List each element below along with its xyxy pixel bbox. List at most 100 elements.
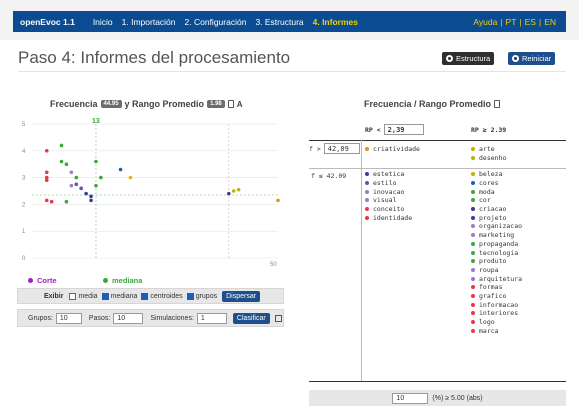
lang-es[interactable]: ES: [525, 17, 536, 27]
word-item: arquitetura: [471, 274, 522, 283]
min-freq-input[interactable]: 10: [392, 392, 429, 404]
document-icon[interactable]: [227, 100, 234, 108]
data-point: [59, 143, 64, 148]
lang-pt[interactable]: PT: [506, 17, 517, 27]
table-col-divider: [361, 140, 362, 381]
estructura-button-label: Estructura: [456, 54, 491, 63]
simulaciones-input[interactable]: 1: [196, 312, 227, 324]
word-label: inovacao: [373, 187, 405, 196]
nav-importacion[interactable]: 1. Importación: [122, 17, 176, 27]
grupos-input[interactable]: 10: [55, 312, 82, 324]
nav-configuracion[interactable]: 2. Configuración: [185, 17, 247, 27]
mediana-dot-icon: [103, 278, 108, 283]
legend-mediana-label: mediana: [112, 276, 143, 285]
word-item: criacao: [471, 205, 522, 214]
nav-inicio[interactable]: Inicio: [93, 17, 113, 27]
word-label: conceito: [373, 205, 405, 214]
sim-param-label: Simulaciones:: [150, 314, 194, 322]
word-dot-icon: [471, 293, 475, 298]
rango-label: y Rango Promedio: [124, 99, 205, 109]
nav-informes[interactable]: 4. Informes: [313, 17, 358, 27]
word-label: desenho: [479, 154, 507, 163]
word-item: arte: [471, 145, 506, 154]
word-dot-icon: [471, 189, 475, 194]
word-dot-icon: [471, 172, 475, 177]
word-item: desenho: [471, 154, 506, 163]
data-point: [74, 182, 79, 187]
word-dot-icon: [365, 147, 369, 152]
reiniciar-button[interactable]: Reiniciar: [508, 52, 556, 65]
nav-separator: |: [500, 16, 503, 27]
word-label: marketing: [479, 231, 515, 240]
estructura-button[interactable]: Estructura: [442, 52, 495, 65]
word-item: conceito: [365, 205, 412, 214]
dispersar-button[interactable]: Dispersar: [222, 290, 261, 302]
nav-ayuda[interactable]: Ayuda: [473, 17, 497, 27]
table-icon[interactable]: [274, 314, 282, 322]
data-point: [44, 198, 49, 203]
word-label: beleza: [479, 170, 503, 179]
col2-header: RP ≥ 2.39: [471, 126, 507, 134]
word-label: estilo: [373, 179, 397, 188]
word-item: propaganda: [471, 240, 522, 249]
word-dot-icon: [471, 250, 475, 255]
word-label: arte: [479, 145, 495, 154]
word-label: interiores: [479, 309, 519, 318]
data-point: [84, 191, 88, 196]
reiniciar-button-label: Reiniciar: [522, 54, 552, 63]
word-item: criatividade: [365, 145, 420, 154]
data-point: [64, 162, 69, 166]
nav-separator: |: [538, 16, 542, 27]
word-dot-icon: [365, 189, 369, 194]
y-tick-label: 5: [22, 122, 26, 128]
media-checkbox[interactable]: [69, 292, 77, 300]
brand-logo[interactable]: openEvoc 1.1: [20, 17, 75, 27]
freq-label: Frecuencia: [50, 99, 98, 109]
word-dot-icon: [365, 181, 369, 186]
quadrant-low-freq-low-rank: estetica estilo inovacao visual conceito iden…: [365, 170, 412, 222]
top-navbar: openEvoc 1.1 Inicio 1. Importación 2. Co…: [0, 0, 579, 40]
y-tick-label: 2: [22, 202, 26, 208]
font-icon[interactable]: A: [237, 100, 243, 109]
pasos-input[interactable]: 10: [113, 312, 144, 324]
col1-label: RP <: [365, 125, 381, 134]
word-dot-icon: [471, 224, 475, 229]
grupos-checkbox[interactable]: [186, 292, 194, 300]
table-bottom-rule: [309, 381, 566, 382]
freq-threshold-input[interactable]: 42,09: [323, 143, 360, 154]
y-tick-label: 0: [22, 256, 26, 262]
centroides-checkbox[interactable]: [141, 292, 149, 300]
nav-estructura[interactable]: 3. Estructura: [255, 17, 303, 27]
table-mid-rule: [309, 168, 566, 169]
lang-en[interactable]: EN: [544, 17, 556, 27]
data-point: [59, 159, 64, 164]
word-label: criacao: [479, 205, 507, 214]
mediana-checkbox[interactable]: [101, 292, 109, 300]
word-dot-icon: [471, 259, 475, 264]
word-dot-icon: [365, 198, 369, 203]
rp-threshold-input[interactable]: 2,39: [383, 124, 424, 135]
word-dot-icon: [471, 285, 475, 290]
document-icon[interactable]: [494, 100, 501, 108]
y-tick-label: 4: [22, 149, 26, 155]
word-dot-icon: [365, 215, 369, 220]
data-point: [94, 183, 98, 188]
word-dot-icon: [365, 172, 369, 177]
data-point: [74, 175, 79, 180]
mediana-label: mediana: [110, 292, 138, 300]
word-dot-icon: [471, 233, 475, 238]
centroides-label: centroides: [150, 292, 183, 300]
min-freq-bar: 10 (%) ≥ 5.00 (abs): [309, 390, 566, 406]
word-dot-icon: [471, 328, 475, 333]
scatter-svg: 0 1 2 3 4 5 50 13: [22, 118, 280, 268]
word-label: informacao: [479, 300, 519, 309]
clasificar-button[interactable]: Clasificar: [232, 312, 270, 324]
data-point: [99, 175, 103, 180]
word-label: formas: [479, 283, 503, 292]
grupos-label: grupos: [195, 292, 218, 300]
word-item: roupa: [471, 266, 522, 275]
nav-separator: |: [519, 16, 522, 27]
word-label: cores: [479, 179, 499, 188]
word-item: interiores: [471, 309, 522, 318]
word-item: identidade: [365, 213, 412, 222]
